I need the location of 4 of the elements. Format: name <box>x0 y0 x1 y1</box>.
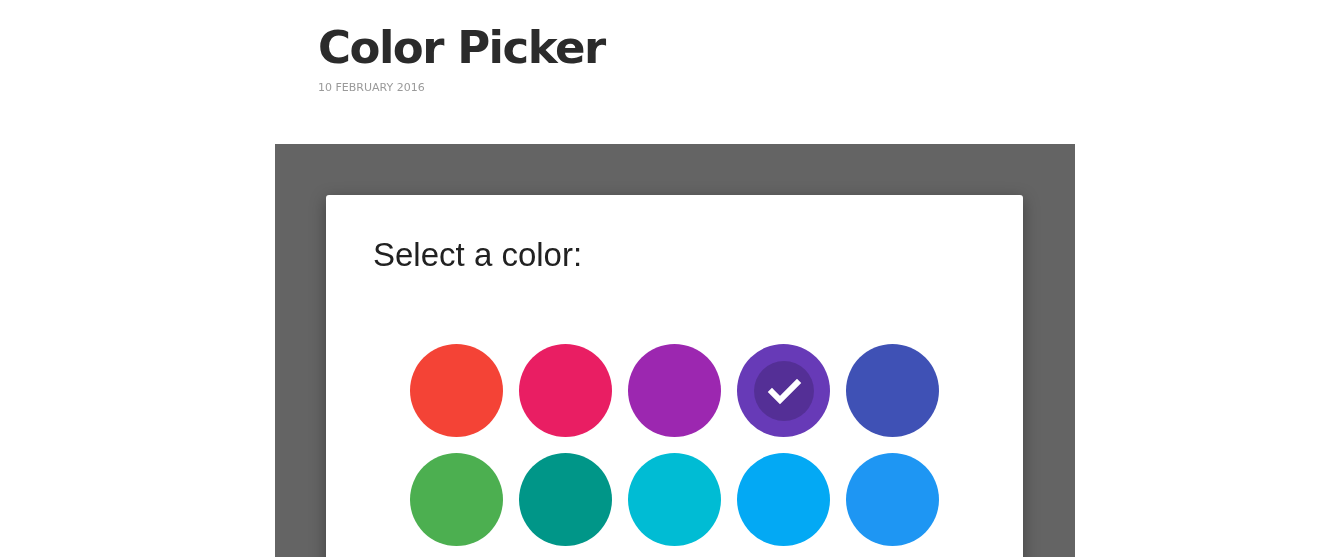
check-icon <box>753 360 814 421</box>
post-date: 10 FEBRUARY 2016 <box>318 81 425 94</box>
dialog-heading: Select a color: <box>373 235 583 275</box>
post-title: Color Picker <box>318 22 605 74</box>
